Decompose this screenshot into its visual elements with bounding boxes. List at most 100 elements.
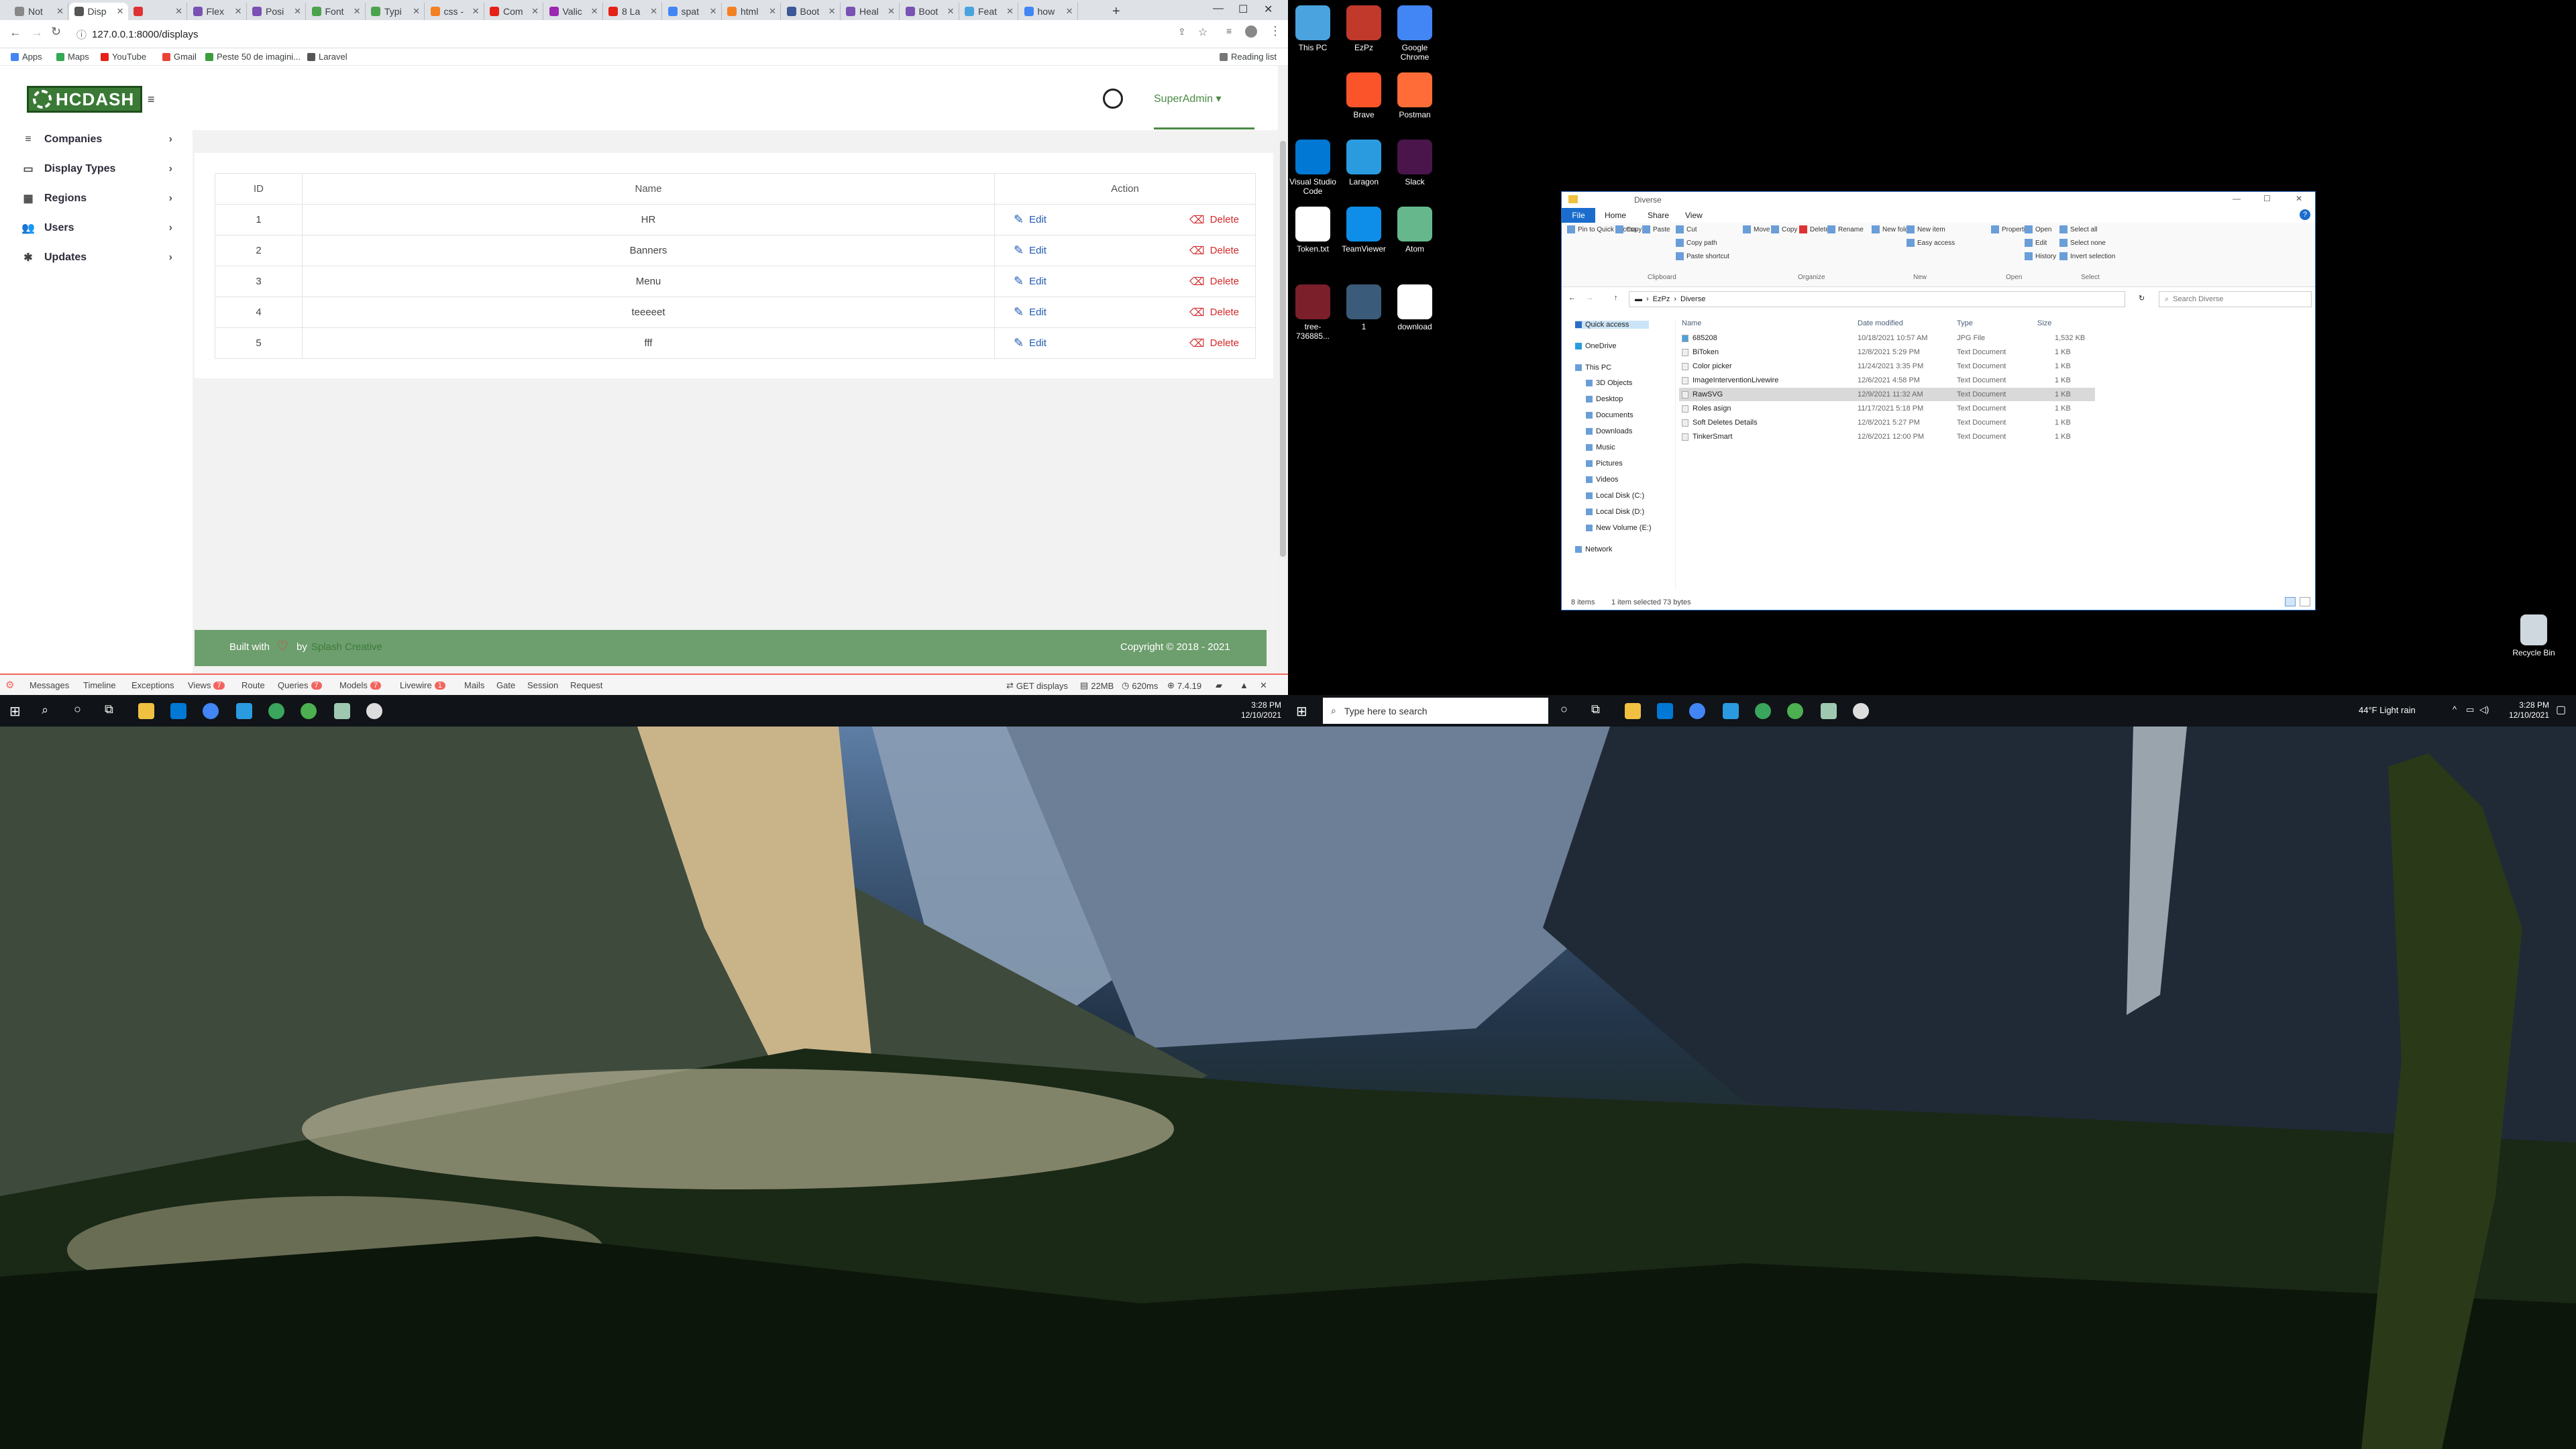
spotify-icon[interactable] bbox=[268, 703, 284, 719]
ribbon-button-paste-shortcut[interactable]: Paste shortcut bbox=[1676, 252, 1729, 260]
maximize-button[interactable]: ☐ bbox=[2263, 194, 2271, 203]
delete-button[interactable]: ⌫ Delete bbox=[1189, 305, 1239, 319]
tab-close-icon[interactable]: ✕ bbox=[56, 6, 64, 17]
user-dropdown[interactable]: SuperAdmin ▾ bbox=[1154, 92, 1222, 105]
close-window-button[interactable]: ✕ bbox=[2296, 194, 2302, 203]
ribbon-tab-home[interactable]: Home bbox=[1605, 211, 1626, 220]
tab-close-icon[interactable]: ✕ bbox=[472, 6, 480, 17]
recycle-bin[interactable]: Recycle Bin bbox=[2510, 614, 2557, 657]
desktop-icon[interactable]: This PC bbox=[1289, 5, 1336, 52]
vscode-icon[interactable] bbox=[1657, 703, 1673, 719]
app-logo[interactable]: HCDASH bbox=[27, 86, 142, 113]
up-icon[interactable]: ↑ bbox=[1614, 294, 1618, 302]
scrollbar-thumb[interactable] bbox=[1280, 141, 1286, 557]
bookmark-gmail[interactable]: Gmail bbox=[162, 52, 197, 62]
file-row[interactable]: BiToken 12/8/2021 5:29 PM Text Document 1 K… bbox=[1679, 345, 2095, 359]
debugbar-collapse-icon[interactable]: ▲ bbox=[1240, 680, 1248, 690]
tab-close-icon[interactable]: ✕ bbox=[235, 6, 242, 17]
debugbar-tab-route[interactable]: Route bbox=[241, 680, 265, 690]
close-window-button[interactable]: ✕ bbox=[1264, 3, 1273, 16]
footer-brand-link[interactable]: Splash Creative bbox=[311, 641, 382, 653]
browser-tab[interactable]: Heal ✕ bbox=[841, 3, 900, 20]
browser-tab[interactable]: Valic ✕ bbox=[544, 3, 603, 20]
browser-tab[interactable]: Disp ✕ bbox=[68, 3, 128, 20]
edit-button[interactable]: ✎ Edit bbox=[1014, 336, 1046, 350]
file-row[interactable]: Roles asign 11/17/2021 5:18 PM Text Docume… bbox=[1679, 402, 2095, 415]
search-icon[interactable]: ⌕ bbox=[42, 703, 48, 717]
tab-close-icon[interactable]: ✕ bbox=[710, 6, 717, 17]
back-icon[interactable]: ← bbox=[9, 25, 21, 40]
new-tab-button[interactable]: + bbox=[1112, 4, 1120, 19]
debugbar-tab-request[interactable]: Request bbox=[570, 680, 602, 690]
ribbon-button-open[interactable]: Open bbox=[2025, 225, 2051, 233]
breadcrumb-ezpz[interactable]: EzPz bbox=[1653, 295, 1670, 303]
file-row[interactable]: 685208 10/18/2021 10:57 AM JPG File 1,532 K… bbox=[1679, 331, 2095, 345]
forward-icon[interactable]: → bbox=[31, 25, 43, 40]
ribbon-button-select-none[interactable]: Select none bbox=[2059, 239, 2106, 247]
file-row[interactable]: Color picker 11/24/2021 3:35 PM Text Docum… bbox=[1679, 360, 2095, 373]
ribbon-tab-share[interactable]: Share bbox=[1648, 211, 1669, 220]
column-header-type[interactable]: Type bbox=[1957, 319, 1973, 327]
debugbar-tab-views[interactable]: Views 7 bbox=[188, 680, 225, 690]
delete-button[interactable]: ⌫ Delete bbox=[1189, 336, 1239, 350]
tab-close-icon[interactable]: ✕ bbox=[947, 6, 955, 17]
profile-avatar-icon[interactable] bbox=[1245, 25, 1257, 38]
reading-list[interactable]: Reading list bbox=[1220, 52, 1277, 62]
large-icons-view-icon[interactable] bbox=[2300, 597, 2310, 606]
refresh-icon[interactable]: ↻ bbox=[2139, 294, 2145, 303]
explorer-search-box[interactable]: ⌕ Search Diverse bbox=[2159, 291, 2312, 307]
nav-item-this-pc[interactable]: This PC bbox=[1575, 364, 1611, 372]
column-header-date[interactable]: Date modified bbox=[1858, 319, 1903, 327]
breadcrumb-diverse[interactable]: Diverse bbox=[1680, 295, 1705, 303]
browser-tab[interactable]: Feat ✕ bbox=[959, 3, 1018, 20]
column-header-name[interactable]: Name bbox=[1682, 319, 1701, 327]
debugbar-tab-gate[interactable]: Gate bbox=[496, 680, 515, 690]
share-icon[interactable]: ⇪ bbox=[1178, 26, 1186, 38]
ribbon-button-easy-access[interactable]: Easy access bbox=[1907, 239, 1955, 247]
desktop-icon[interactable]: TeamViewer bbox=[1340, 207, 1387, 254]
nav-item-new-volume-e-[interactable]: New Volume (E:) bbox=[1586, 524, 1652, 532]
browser-tab[interactable]: spat ✕ bbox=[663, 3, 722, 20]
nav-item-quick-access[interactable]: Quick access bbox=[1575, 321, 1650, 329]
browser-tab[interactable]: Font ✕ bbox=[307, 3, 366, 20]
browser-tab[interactable]: Posi ✕ bbox=[247, 3, 306, 20]
browser-tab[interactable]: Flex ✕ bbox=[188, 3, 247, 20]
tab-close-icon[interactable]: ✕ bbox=[175, 6, 182, 17]
delete-button[interactable]: ⌫ Delete bbox=[1189, 244, 1239, 258]
ribbon-button-cut[interactable]: Cut bbox=[1676, 225, 1697, 233]
bookmark-maps[interactable]: Maps bbox=[56, 52, 89, 62]
notepad-icon[interactable] bbox=[1821, 703, 1837, 719]
tab-close-icon[interactable]: ✕ bbox=[650, 6, 657, 17]
laragon-icon[interactable] bbox=[236, 703, 252, 719]
file-row[interactable]: Soft Deletes Details 12/8/2021 5:27 PM Tex… bbox=[1679, 416, 2095, 429]
cortana-icon[interactable]: ○ bbox=[1560, 702, 1568, 716]
start-windows-icon[interactable]: ⊞ bbox=[9, 703, 21, 720]
ribbon-button-copy-path[interactable]: Copy path bbox=[1676, 239, 1717, 247]
media-icon[interactable]: ≡ bbox=[1226, 25, 1232, 36]
cortana-icon[interactable]: ○ bbox=[74, 702, 81, 716]
clock-right[interactable]: 3:28 PM 12/10/2021 bbox=[2496, 700, 2549, 720]
debugbar-tab-livewire[interactable]: Livewire 1 bbox=[400, 680, 445, 690]
browser-tab[interactable]: Boot ✕ bbox=[782, 3, 841, 20]
bookmark-laravel[interactable]: Laravel bbox=[307, 52, 347, 62]
ribbon-tab-view[interactable]: View bbox=[1685, 211, 1703, 220]
tray-chevron-icon[interactable]: ^ bbox=[2453, 704, 2457, 714]
debugbar-close-icon[interactable]: ✕ bbox=[1260, 680, 1267, 691]
desktop-icon[interactable]: tree-736885... bbox=[1289, 284, 1336, 341]
file-explorer-icon[interactable] bbox=[138, 703, 154, 719]
task-view-icon[interactable]: ⧉ bbox=[105, 702, 113, 716]
volume-icon[interactable]: ◁) bbox=[2479, 704, 2489, 715]
ribbon-button-select-all[interactable]: Select all bbox=[2059, 225, 2098, 233]
debugbar-open-icon[interactable]: ▰ bbox=[1216, 680, 1222, 691]
sidebar-item-regions[interactable]: ▦ Regions › bbox=[21, 189, 172, 209]
tab-close-icon[interactable]: ✕ bbox=[888, 6, 895, 17]
atom-icon[interactable] bbox=[1787, 703, 1803, 719]
nav-item-documents[interactable]: Documents bbox=[1586, 411, 1633, 419]
file-row[interactable]: RawSVG 12/9/2021 11:32 AM Text Document 1 K… bbox=[1679, 388, 2095, 401]
column-header-size[interactable]: Size bbox=[2037, 319, 2051, 327]
file-row[interactable]: TinkerSmart 12/6/2021 12:00 PM Text Docume… bbox=[1679, 430, 2095, 443]
minimize-button[interactable]: — bbox=[1213, 3, 1224, 15]
notifications-icon[interactable]: ▢ bbox=[2556, 703, 2566, 716]
nav-item-onedrive[interactable]: OneDrive bbox=[1575, 342, 1616, 350]
vscode-icon[interactable] bbox=[170, 703, 186, 719]
